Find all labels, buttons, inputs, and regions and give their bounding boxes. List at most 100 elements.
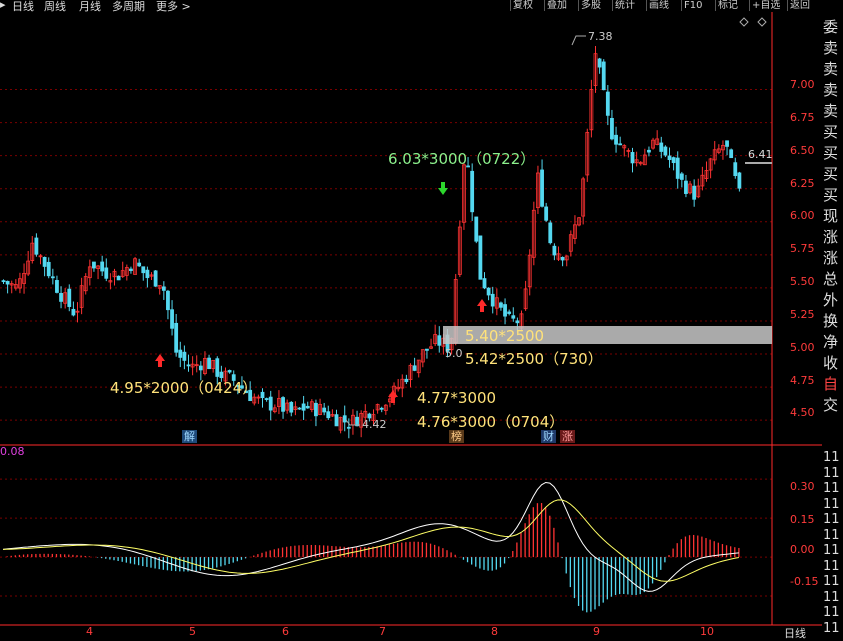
trade-annotation: 5.40*2500 bbox=[465, 327, 545, 345]
month-tick: 5 bbox=[189, 625, 196, 638]
side-panel-label: 买 bbox=[823, 165, 839, 183]
candle-body bbox=[161, 286, 166, 291]
candle-body bbox=[470, 170, 475, 213]
event-badge[interactable]: 财 bbox=[541, 430, 556, 443]
candle-body bbox=[141, 266, 146, 274]
candle-body bbox=[597, 58, 602, 68]
buy-arrow-icon-2 bbox=[388, 390, 398, 397]
candle-body bbox=[679, 173, 684, 180]
candle-body bbox=[490, 293, 495, 307]
candle-body bbox=[301, 403, 306, 411]
side-panel-label: 自 bbox=[823, 375, 839, 393]
candle-body bbox=[404, 378, 409, 383]
candle-body bbox=[186, 364, 191, 367]
side-panel-label: 涨 bbox=[823, 228, 839, 246]
candle-body bbox=[174, 322, 179, 353]
candle-body bbox=[297, 407, 302, 410]
side-panel-label: 涨 bbox=[823, 249, 839, 267]
candle-body bbox=[260, 391, 265, 399]
month-tick: 6 bbox=[282, 625, 289, 638]
candle-body bbox=[486, 287, 491, 296]
buy-arrow-icon-3-stem bbox=[480, 306, 484, 312]
candle-body bbox=[544, 206, 549, 221]
candle-body bbox=[425, 348, 429, 351]
side-panel-label: 买 bbox=[823, 144, 839, 162]
candle-body bbox=[5, 280, 10, 285]
side-panel-label: 卖 bbox=[823, 39, 839, 57]
side-panel-label: 收 bbox=[823, 354, 839, 372]
candle-body bbox=[129, 268, 133, 271]
candle-body bbox=[170, 309, 174, 329]
candle-body bbox=[667, 155, 672, 161]
high-leader-line bbox=[571, 35, 586, 46]
side-panel-label: 现 bbox=[823, 207, 839, 225]
candle-body bbox=[737, 172, 742, 189]
candle-body bbox=[540, 169, 544, 207]
candle-body bbox=[684, 180, 688, 194]
candle-body bbox=[499, 302, 503, 308]
candle-body bbox=[104, 267, 109, 279]
event-badge[interactable]: 解 bbox=[182, 430, 197, 443]
price-tick: 5.75 bbox=[790, 242, 815, 255]
candle-body bbox=[281, 397, 285, 412]
side-panel-value: 11 bbox=[823, 450, 840, 465]
candle-body bbox=[659, 142, 664, 152]
macd-tick: 0.30 bbox=[790, 480, 815, 493]
price-tick: 4.75 bbox=[790, 374, 815, 387]
candle-body bbox=[552, 245, 557, 256]
month-tick: 10 bbox=[700, 625, 714, 638]
price-tick: 4.50 bbox=[790, 406, 815, 419]
event-badge[interactable]: 涨 bbox=[560, 430, 575, 443]
price-tick: 5.25 bbox=[790, 308, 815, 321]
candle-body bbox=[605, 91, 610, 116]
candle-body bbox=[182, 351, 187, 361]
side-panel-label: 交 bbox=[823, 396, 839, 414]
buy-arrow-icon-3 bbox=[477, 299, 487, 306]
candle-body bbox=[478, 235, 483, 280]
candle-body bbox=[137, 262, 142, 267]
side-panel-label: 净 bbox=[823, 333, 839, 351]
price-tick: 6.75 bbox=[790, 111, 815, 124]
sell-arrow-icon-stem bbox=[441, 182, 445, 188]
trade-annotation: 4.77*3000 bbox=[417, 389, 497, 407]
candle-body bbox=[178, 349, 183, 358]
side-panel-label: 外 bbox=[823, 291, 839, 309]
candle-body bbox=[227, 370, 232, 373]
candle-body bbox=[507, 311, 512, 314]
diamond-icon-2 bbox=[757, 17, 767, 27]
candle-body bbox=[289, 401, 294, 413]
candle-body bbox=[692, 185, 697, 200]
candle-body bbox=[34, 237, 39, 255]
side-panel-label: 买 bbox=[823, 123, 839, 141]
price-tick: 6.00 bbox=[790, 209, 815, 222]
candle-body bbox=[610, 117, 614, 140]
candle-body bbox=[334, 414, 339, 427]
side-panel-label: 委 bbox=[823, 18, 839, 36]
price-tick: 6.50 bbox=[790, 144, 815, 157]
month-tick: 8 bbox=[491, 625, 498, 638]
candle-body bbox=[215, 358, 220, 377]
candle-body bbox=[437, 335, 442, 346]
quote-side-panel: 委卖卖卖卖买买买买现涨涨总外换净收自交 11 11 11 11 11 11 11 11 11 11 1… bbox=[822, 12, 843, 639]
candle-body bbox=[67, 288, 72, 307]
macd-tick: 0.15 bbox=[790, 513, 815, 526]
candle-body bbox=[46, 261, 51, 277]
candle-body bbox=[264, 398, 269, 400]
candle-body bbox=[322, 407, 327, 413]
candle-body bbox=[663, 146, 668, 156]
candle-body bbox=[100, 261, 105, 272]
candle-body bbox=[305, 405, 310, 409]
candle-body bbox=[42, 256, 47, 267]
candle-body bbox=[614, 134, 618, 145]
price-tick: 5.00 bbox=[790, 341, 815, 354]
candle-body bbox=[733, 162, 738, 177]
low-price-label: 4.42 bbox=[362, 418, 387, 431]
candle-body bbox=[55, 280, 59, 293]
event-badge[interactable]: 榜 bbox=[449, 430, 464, 443]
side-panel-value: 11 bbox=[823, 527, 840, 543]
buy-arrow-icon-2-stem bbox=[391, 397, 395, 403]
candle-body bbox=[474, 216, 479, 242]
mid-price-label: 5.0 bbox=[445, 347, 463, 360]
side-panel-label: 卖 bbox=[823, 60, 839, 78]
chart-area[interactable] bbox=[0, 0, 822, 639]
